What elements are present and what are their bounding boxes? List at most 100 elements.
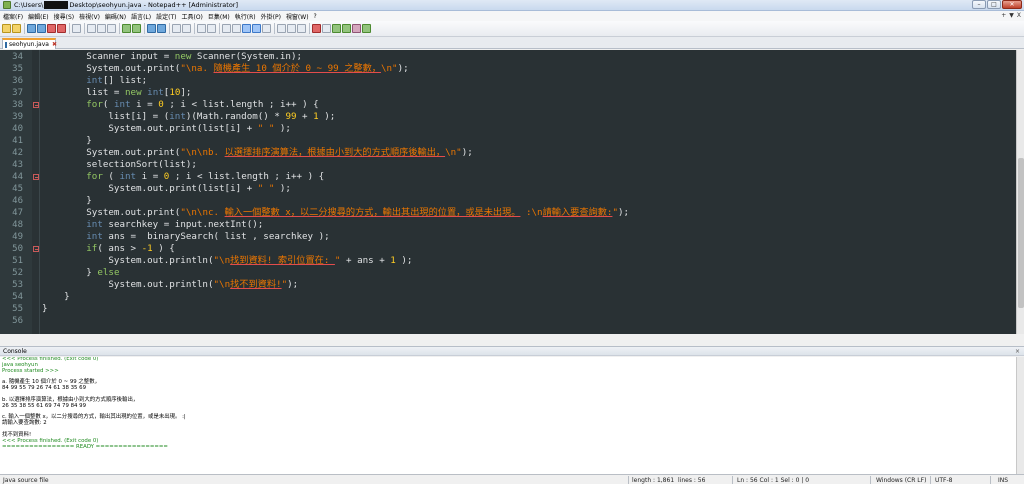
menu-item[interactable]: 檢視(V) bbox=[79, 12, 100, 21]
menu-right-control[interactable]: X bbox=[1017, 12, 1021, 19]
code-line[interactable]: 54 } bbox=[0, 291, 1016, 303]
status-length: length : 1,861 bbox=[632, 477, 675, 484]
run-icon[interactable] bbox=[362, 24, 371, 33]
tab-close-icon[interactable]: ✖ bbox=[52, 41, 57, 48]
wrap-icon[interactable] bbox=[222, 24, 231, 33]
udl-icon[interactable] bbox=[252, 24, 261, 33]
code-token: System.out.print( bbox=[86, 63, 181, 74]
menu-item[interactable]: 外掛(P) bbox=[261, 12, 281, 21]
all-chars-icon[interactable] bbox=[232, 24, 241, 33]
sync-v-icon[interactable] bbox=[197, 24, 206, 33]
save-all-icon[interactable] bbox=[37, 24, 46, 33]
indent-guide-icon[interactable] bbox=[242, 24, 251, 33]
code-token: ans = binarySearch( list , searchkey ); bbox=[102, 231, 330, 242]
line-number: 38 bbox=[12, 100, 23, 110]
code-line[interactable]: 45 System.out.print(list[i] + " " ); bbox=[0, 183, 1016, 195]
code-line[interactable]: 36 int[] list; bbox=[0, 75, 1016, 87]
monitoring-icon[interactable] bbox=[297, 24, 306, 33]
code-line[interactable]: 37 list = new int[10]; bbox=[0, 87, 1016, 99]
maximize-button[interactable]: □ bbox=[987, 0, 1001, 9]
code-line[interactable]: 47 System.out.print("\n\nc. 輸入一個整數 x，以二分… bbox=[0, 207, 1016, 219]
menu-item[interactable]: 檔案(F) bbox=[3, 12, 23, 21]
code-line[interactable]: 35 System.out.print("\na. 隨機產生 10 個介於 0 … bbox=[0, 63, 1016, 75]
code-line[interactable]: 38 for( int i = 0 ; i < list.length ; i+… bbox=[0, 99, 1016, 111]
function-list-icon[interactable] bbox=[277, 24, 286, 33]
code-line[interactable]: 56 bbox=[0, 315, 1016, 327]
code-line[interactable]: 50 if( ans > -1 ) { bbox=[0, 243, 1016, 255]
code-line[interactable]: 49 int ans = binarySearch( list , search… bbox=[0, 231, 1016, 243]
save-macro-icon[interactable] bbox=[352, 24, 361, 33]
minimize-button[interactable]: – bbox=[972, 0, 986, 9]
console-output[interactable]: <<< Process finished. (Exit code 0) java … bbox=[0, 357, 1016, 474]
code-line[interactable]: 52 } else bbox=[0, 267, 1016, 279]
menu-item[interactable]: 巨集(M) bbox=[208, 12, 230, 21]
save-icon[interactable] bbox=[27, 24, 36, 33]
record-macro-icon[interactable] bbox=[312, 24, 321, 33]
code-line[interactable]: 55} bbox=[0, 303, 1016, 315]
folder-workspace-icon[interactable] bbox=[287, 24, 296, 33]
line-number: 37 bbox=[12, 88, 23, 98]
console-vertical-scrollbar[interactable] bbox=[1016, 357, 1024, 474]
replace-icon[interactable] bbox=[157, 24, 166, 33]
code-token: System.out.print( bbox=[86, 207, 181, 218]
fold-toggle-icon[interactable] bbox=[33, 246, 39, 252]
code-line[interactable]: 48 int searchkey = input.nextInt(); bbox=[0, 219, 1016, 231]
code-text: for( int i = 0 ; i < list.length ; i++ )… bbox=[42, 99, 318, 111]
menu-item[interactable]: 編碼(N) bbox=[105, 12, 126, 21]
copy-icon[interactable] bbox=[97, 24, 106, 33]
code-line[interactable]: 43 selectionSort(list); bbox=[0, 159, 1016, 171]
play-multi-icon[interactable] bbox=[342, 24, 351, 33]
close-button[interactable]: ✕ bbox=[1002, 0, 1022, 9]
tab-seohyun-java[interactable]: seohyun.java ✖ bbox=[2, 38, 57, 49]
code-line[interactable]: 40 System.out.print(list[i] + " " ); bbox=[0, 123, 1016, 135]
menu-item[interactable]: 視窗(W) bbox=[286, 12, 309, 21]
code-token: } bbox=[86, 195, 92, 206]
redo-icon[interactable] bbox=[132, 24, 141, 33]
open-file-icon[interactable] bbox=[12, 24, 21, 33]
code-line[interactable]: 53 System.out.println("\n找不到資料!"); bbox=[0, 279, 1016, 291]
code-line[interactable]: 42 System.out.print("\n\nb. 以選擇排序演算法，根據由… bbox=[0, 147, 1016, 159]
console-close-icon[interactable]: × bbox=[1015, 347, 1020, 356]
fold-toggle-icon[interactable] bbox=[33, 102, 39, 108]
menu-item[interactable]: 設定(T) bbox=[156, 12, 176, 21]
code-line[interactable]: 41 } bbox=[0, 135, 1016, 147]
cut-icon[interactable] bbox=[87, 24, 96, 33]
code-text: Scanner input = new Scanner(System.in); bbox=[42, 51, 302, 63]
menu-item[interactable]: 語言(L) bbox=[131, 12, 151, 21]
code-editor[interactable]: 34 Scanner input = new Scanner(System.in… bbox=[0, 50, 1016, 334]
stop-record-icon[interactable] bbox=[322, 24, 331, 33]
code-line[interactable]: 34 Scanner input = new Scanner(System.in… bbox=[0, 51, 1016, 63]
play-macro-icon[interactable] bbox=[332, 24, 341, 33]
code-line[interactable]: 44 for ( int i = 0 ; i < list.length ; i… bbox=[0, 171, 1016, 183]
code-line[interactable]: 51 System.out.println("\n找到資料! 索引位置在: " … bbox=[0, 255, 1016, 267]
menu-right-control[interactable]: + bbox=[1001, 12, 1006, 19]
menu-item[interactable]: ? bbox=[314, 13, 317, 20]
code-line[interactable]: 39 list[i] = (int)(Math.random() * 99 + … bbox=[0, 111, 1016, 123]
paste-icon[interactable] bbox=[107, 24, 116, 33]
code-token: ); bbox=[395, 255, 413, 266]
sync-h-icon[interactable] bbox=[207, 24, 216, 33]
menu-item[interactable]: 編輯(E) bbox=[28, 12, 48, 21]
fold-toggle-icon[interactable] bbox=[33, 174, 39, 180]
print-icon[interactable] bbox=[72, 24, 81, 33]
editor-scroll-thumb[interactable] bbox=[1018, 158, 1024, 308]
undo-icon[interactable] bbox=[122, 24, 131, 33]
line-number: 40 bbox=[12, 124, 23, 134]
menu-item[interactable]: 執行(R) bbox=[235, 12, 256, 21]
zoom-out-icon[interactable] bbox=[182, 24, 191, 33]
find-icon[interactable] bbox=[147, 24, 156, 33]
code-text: list[i] = (int)(Math.random() * 99 + 1 )… bbox=[42, 111, 335, 123]
menu-item[interactable]: 搜尋(S) bbox=[54, 12, 75, 21]
code-token: for bbox=[86, 99, 103, 110]
close-icon[interactable] bbox=[47, 24, 56, 33]
file-icon bbox=[5, 41, 7, 48]
close-all-icon[interactable] bbox=[57, 24, 66, 33]
zoom-in-icon[interactable] bbox=[172, 24, 181, 33]
doc-map-icon[interactable] bbox=[262, 24, 271, 33]
menu-item[interactable]: 工具(O) bbox=[181, 12, 202, 21]
editor-vertical-scrollbar[interactable] bbox=[1016, 50, 1024, 334]
code-line[interactable]: 46 } bbox=[0, 195, 1016, 207]
menu-right-control[interactable]: ▼ bbox=[1009, 12, 1014, 19]
new-file-icon[interactable] bbox=[2, 24, 11, 33]
